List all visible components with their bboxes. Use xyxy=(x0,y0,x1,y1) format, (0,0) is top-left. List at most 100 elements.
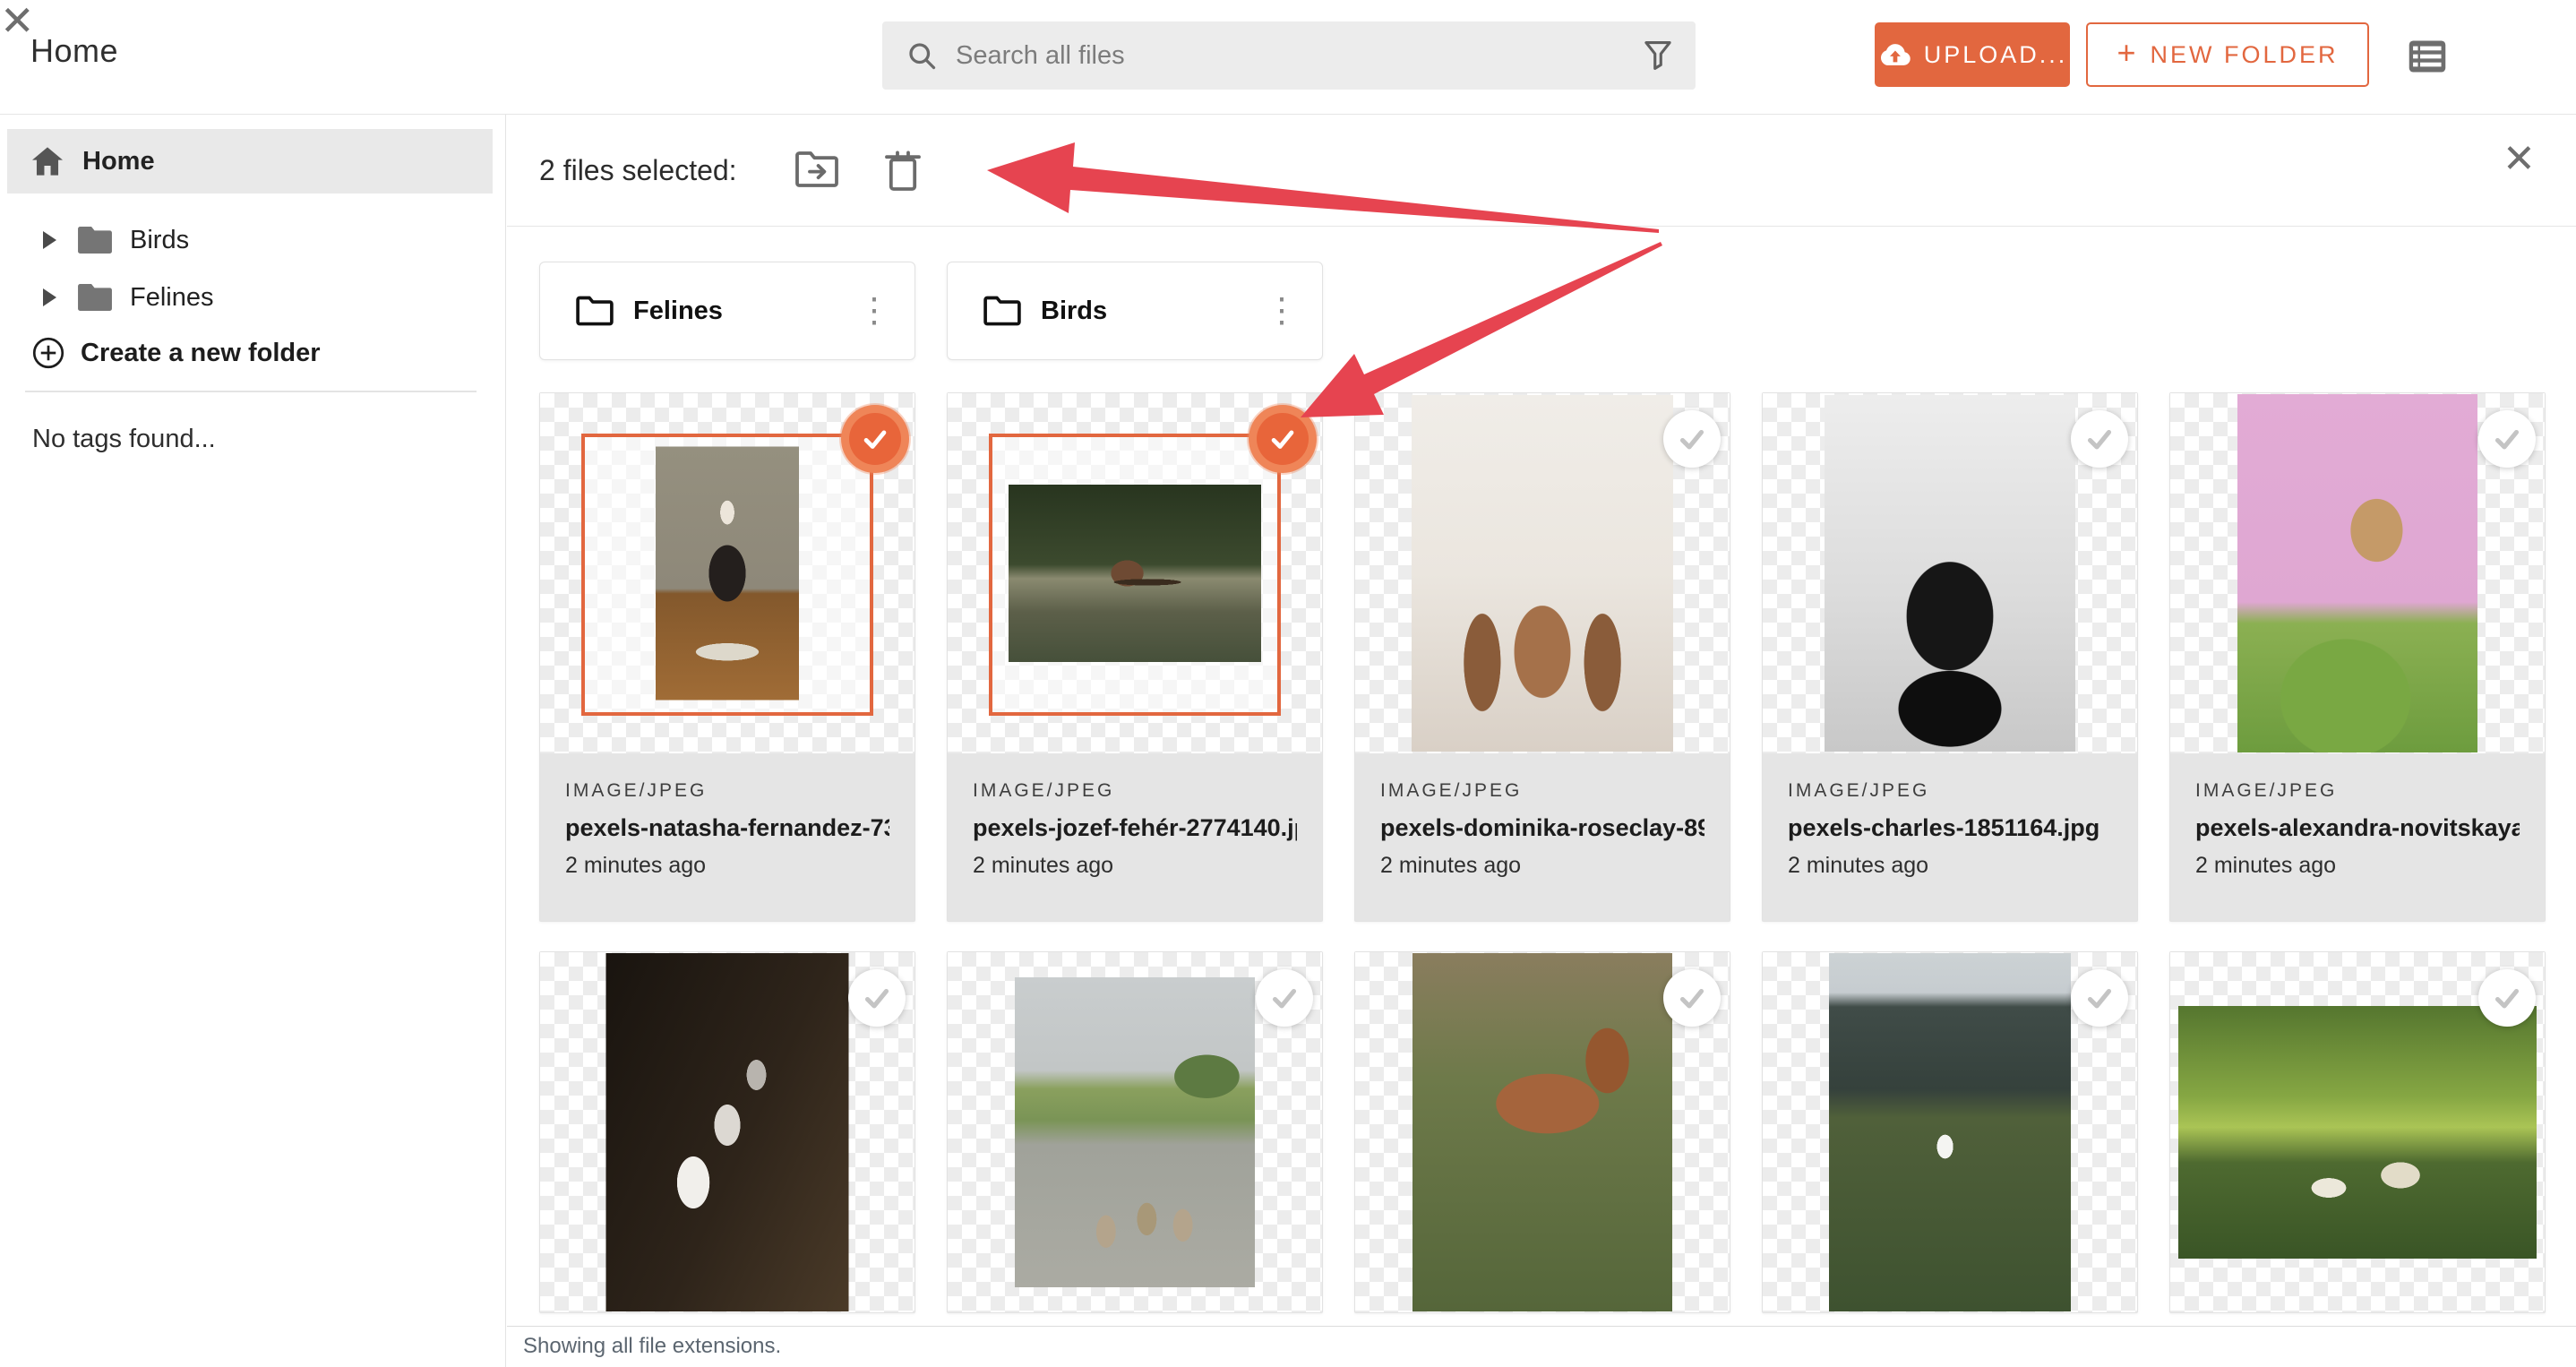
check-icon xyxy=(2087,429,2112,450)
check-icon xyxy=(2494,429,2520,450)
thumbnail-image xyxy=(1829,953,2071,1311)
thumbnail-image xyxy=(656,446,799,701)
thumbnail-image xyxy=(1009,485,1261,662)
file-card[interactable]: IMAGE/JPEG pexels-natasha-fernandez-733.… xyxy=(539,392,915,922)
sidebar-item-felines[interactable]: Felines xyxy=(0,271,493,324)
folder-name: Birds xyxy=(1041,296,1108,325)
thumbnail-image xyxy=(2237,394,2477,752)
new-folder-button[interactable]: + NEW FOLDER xyxy=(2086,22,2369,87)
check-icon xyxy=(863,430,887,449)
file-mime-type: IMAGE/JPEG xyxy=(2195,780,2338,801)
expand-caret-icon[interactable] xyxy=(43,288,56,306)
folder-icon xyxy=(78,227,112,254)
file-thumbnail-area xyxy=(540,952,914,1312)
file-browser: Felines ⋮ Birds ⋮ IMAGE/JPEG pexels-nata… xyxy=(539,262,2546,1313)
sidebar-item-birds[interactable]: Birds xyxy=(0,213,493,267)
folder-icon xyxy=(78,284,112,311)
file-thumbnail-area xyxy=(1763,952,2137,1312)
file-modified-time: 2 minutes ago xyxy=(2195,853,2337,878)
circled-plus-icon xyxy=(32,337,64,369)
sidebar-divider xyxy=(25,391,477,392)
delete-trash-icon[interactable] xyxy=(885,150,921,192)
folder-card-birds[interactable]: Birds ⋮ xyxy=(947,262,1323,360)
file-meta: IMAGE/JPEG pexels-alexandra-novitskaya-2… xyxy=(2170,753,2545,921)
file-name: pexels-jozef-fehér-2774140.jpg xyxy=(973,814,1297,841)
file-meta: IMAGE/JPEG pexels-dominika-roseclay-8952… xyxy=(1355,753,1730,921)
plus-icon: + xyxy=(2117,34,2136,71)
search-bar[interactable] xyxy=(882,21,1696,90)
thumbnail-image xyxy=(2178,1006,2537,1259)
file-name: pexels-charles-1851164.jpg xyxy=(1788,814,2100,841)
filter-funnel-icon[interactable] xyxy=(1644,40,1672,71)
selection-toolbar: 2 files selected: ✕ xyxy=(507,115,2576,227)
sidebar-birds-label: Birds xyxy=(130,225,190,254)
upload-button-label: UPLOAD... xyxy=(1923,40,2068,68)
file-card[interactable]: IMAGE/JPEG pexels-alexandra-novitskaya-2… xyxy=(2169,392,2546,922)
file-card[interactable] xyxy=(539,951,915,1313)
folder-outline-icon xyxy=(576,296,614,326)
file-mime-type: IMAGE/JPEG xyxy=(973,780,1115,801)
search-input[interactable] xyxy=(938,21,1644,90)
file-thumbnail-area xyxy=(1763,393,2137,753)
selection-check-badge[interactable] xyxy=(1663,410,1721,468)
file-mime-type: IMAGE/JPEG xyxy=(1788,780,1930,801)
selection-check-badge[interactable] xyxy=(1257,413,1309,465)
file-mime-type: IMAGE/JPEG xyxy=(1380,780,1523,801)
file-meta: IMAGE/JPEG pexels-natasha-fernandez-733.… xyxy=(540,753,914,921)
thumbnail-image xyxy=(1015,977,1255,1287)
selection-count-label: 2 files selected: xyxy=(539,154,737,186)
create-new-folder-button[interactable]: Create a new folder xyxy=(32,337,321,369)
sidebar-felines-label: Felines xyxy=(130,282,214,312)
folder-name: Felines xyxy=(633,296,723,325)
file-modified-time: 2 minutes ago xyxy=(973,853,1114,878)
file-card[interactable] xyxy=(2169,951,2546,1313)
file-thumbnail-area xyxy=(2170,952,2545,1312)
file-card[interactable]: IMAGE/JPEG pexels-charles-1851164.jpg 2 … xyxy=(1762,392,2138,922)
upload-button[interactable]: UPLOAD... xyxy=(1875,22,2070,87)
selection-check-badge[interactable] xyxy=(2478,969,2536,1027)
thumbnail-image xyxy=(605,953,849,1311)
file-name: pexels-natasha-fernandez-733... xyxy=(565,814,889,841)
file-thumbnail-area xyxy=(1355,393,1730,753)
selection-check-badge[interactable] xyxy=(1663,969,1721,1027)
expand-caret-icon[interactable] xyxy=(43,231,56,249)
selection-check-badge[interactable] xyxy=(2071,410,2128,468)
check-icon xyxy=(2494,988,2520,1009)
thumbnail-image xyxy=(1825,395,2075,752)
kebab-menu-icon[interactable]: ⋮ xyxy=(857,294,891,328)
file-card[interactable]: IMAGE/JPEG pexels-dominika-roseclay-8952… xyxy=(1354,392,1730,922)
file-card[interactable] xyxy=(1354,951,1730,1313)
sidebar-home-label: Home xyxy=(82,146,155,176)
file-grid: IMAGE/JPEG pexels-natasha-fernandez-733.… xyxy=(539,392,2546,1313)
kebab-menu-icon[interactable]: ⋮ xyxy=(1265,294,1299,328)
selection-check-badge[interactable] xyxy=(848,969,906,1027)
folder-card-felines[interactable]: Felines ⋮ xyxy=(539,262,915,360)
selection-check-badge[interactable] xyxy=(1256,969,1313,1027)
file-card[interactable]: IMAGE/JPEG pexels-jozef-fehér-2774140.jp… xyxy=(947,392,1323,922)
file-modified-time: 2 minutes ago xyxy=(1380,853,1522,878)
selection-check-badge[interactable] xyxy=(2478,410,2536,468)
list-view-toggle-icon[interactable] xyxy=(2408,39,2447,73)
check-icon xyxy=(1679,429,1704,450)
file-card[interactable] xyxy=(947,951,1323,1313)
file-thumbnail-area xyxy=(2170,393,2545,753)
check-icon xyxy=(864,988,889,1009)
selection-check-badge[interactable] xyxy=(849,413,901,465)
sidebar-item-home[interactable]: Home xyxy=(7,129,493,193)
file-thumbnail-area xyxy=(948,393,1322,753)
new-folder-button-label: NEW FOLDER xyxy=(2150,40,2339,68)
file-card[interactable] xyxy=(1762,951,2138,1313)
status-bar-text: Showing all file extensions. xyxy=(523,1334,782,1358)
file-thumbnail-area xyxy=(1355,952,1730,1312)
move-to-folder-icon[interactable] xyxy=(795,150,838,188)
file-name: pexels-alexandra-novitskaya-2... xyxy=(2195,814,2520,841)
file-modified-time: 2 minutes ago xyxy=(1788,853,1929,878)
create-new-folder-label: Create a new folder xyxy=(81,338,321,367)
file-meta: IMAGE/JPEG pexels-jozef-fehér-2774140.jp… xyxy=(948,753,1322,921)
selection-check-badge[interactable] xyxy=(2071,969,2128,1027)
folder-row: Felines ⋮ Birds ⋮ xyxy=(539,262,2546,360)
clear-selection-icon[interactable]: ✕ xyxy=(2503,140,2536,179)
file-thumbnail-area xyxy=(948,952,1322,1312)
sidebar: Home Birds Felines Create a new folder N… xyxy=(0,115,506,1367)
no-tags-message: No tags found... xyxy=(32,425,216,453)
